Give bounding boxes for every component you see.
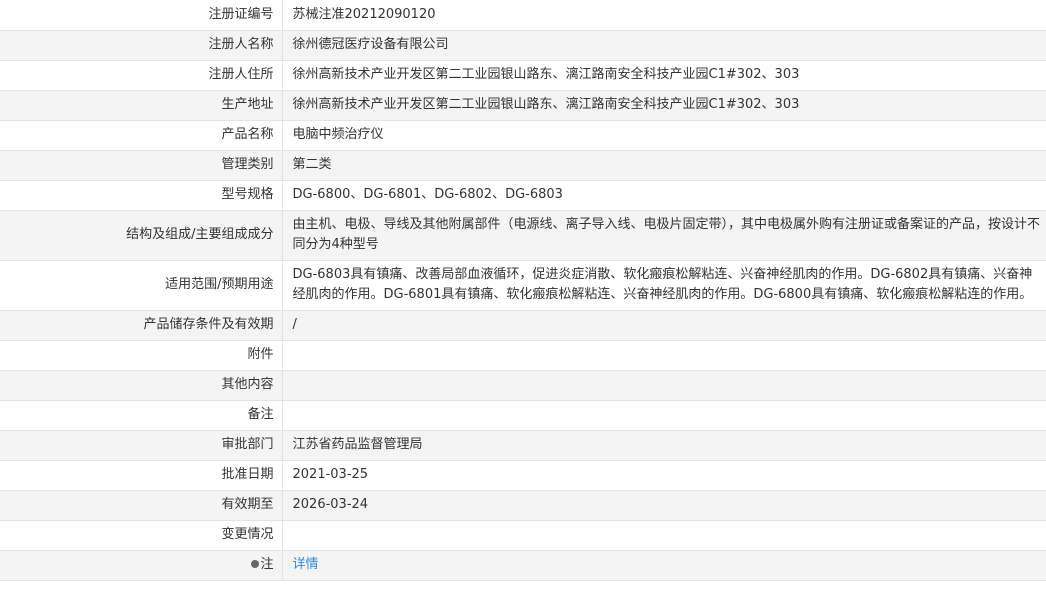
- field-label: 注册人名称: [0, 29, 283, 61]
- field-label: 适用范围/预期用途: [0, 259, 283, 311]
- row-note: 注 详情: [0, 549, 1046, 581]
- row-approval-date: 批准日期 2021-03-25: [0, 459, 1046, 491]
- field-label: 附件: [0, 339, 283, 371]
- field-value: 江苏省药品监督管理局: [282, 429, 1046, 461]
- field-value: [282, 339, 1046, 371]
- field-label: 备注: [0, 399, 283, 431]
- row-management-class: 管理类别 第二类: [0, 149, 1046, 181]
- field-label: 产品名称: [0, 119, 283, 151]
- field-value: 徐州高新技术产业开发区第二工业园银山路东、漓江路南安全科技产业园C1#302、3…: [282, 59, 1046, 91]
- field-label: 其他内容: [0, 369, 283, 401]
- field-label: 变更情况: [0, 519, 283, 551]
- field-value: [282, 369, 1046, 401]
- field-value: 徐州德冠医疗设备有限公司: [282, 29, 1046, 61]
- field-value: [282, 519, 1046, 551]
- field-value: DG-6803具有镇痛、改善局部血液循环，促进炎症消散、软化瘢痕松解粘连、兴奋神…: [282, 259, 1046, 311]
- field-label: 生产地址: [0, 89, 283, 121]
- field-value: 苏械注准20212090120: [282, 0, 1046, 31]
- details-link[interactable]: 详情: [293, 557, 319, 572]
- row-production-address: 生产地址 徐州高新技术产业开发区第二工业园银山路东、漓江路南安全科技产业园C1#…: [0, 89, 1046, 121]
- field-label: 有效期至: [0, 489, 283, 521]
- field-value: 2026-03-24: [282, 489, 1046, 521]
- field-value: 徐州高新技术产业开发区第二工业园银山路东、漓江路南安全科技产业园C1#302、3…: [282, 89, 1046, 121]
- field-label: 结构及组成/主要组成成分: [0, 209, 283, 261]
- field-label: 管理类别: [0, 149, 283, 181]
- row-valid-until: 有效期至 2026-03-24: [0, 489, 1046, 521]
- row-product-name: 产品名称 电脑中频治疗仪: [0, 119, 1046, 151]
- field-value: DG-6800、DG-6801、DG-6802、DG-6803: [282, 179, 1046, 211]
- field-value: 2021-03-25: [282, 459, 1046, 491]
- field-value: 电脑中频治疗仪: [282, 119, 1046, 151]
- row-storage-validity: 产品储存条件及有效期 /: [0, 309, 1046, 341]
- registration-detail-table: 注册证编号 苏械注准20212090120 注册人名称 徐州德冠医疗设备有限公司…: [0, 0, 1046, 581]
- field-value: 第二类: [282, 149, 1046, 181]
- field-value: 详情: [282, 549, 1046, 581]
- field-label: 注册人住所: [0, 59, 283, 91]
- field-label: 型号规格: [0, 179, 283, 211]
- row-registration-number: 注册证编号 苏械注准20212090120: [0, 0, 1046, 31]
- field-label: 审批部门: [0, 429, 283, 461]
- row-intended-use: 适用范围/预期用途 DG-6803具有镇痛、改善局部血液循环，促进炎症消散、软化…: [0, 259, 1046, 311]
- row-registrant-name: 注册人名称 徐州德冠医疗设备有限公司: [0, 29, 1046, 61]
- field-label: 注册证编号: [0, 0, 283, 31]
- row-structure-composition: 结构及组成/主要组成成分 由主机、电极、导线及其他附属部件（电源线、离子导入线、…: [0, 209, 1046, 261]
- row-attachments: 附件: [0, 339, 1046, 371]
- row-model-spec: 型号规格 DG-6800、DG-6801、DG-6802、DG-6803: [0, 179, 1046, 211]
- field-label: 产品储存条件及有效期: [0, 309, 283, 341]
- note-label: 注: [260, 557, 274, 572]
- field-value: /: [282, 309, 1046, 341]
- field-value: [282, 399, 1046, 431]
- field-label-note: 注: [0, 549, 283, 581]
- row-approval-department: 审批部门 江苏省药品监督管理局: [0, 429, 1046, 461]
- row-change-history: 变更情况: [0, 519, 1046, 551]
- row-remarks: 备注: [0, 399, 1046, 431]
- field-value: 由主机、电极、导线及其他附属部件（电源线、离子导入线、电极片固定带），其中电极属…: [282, 209, 1046, 261]
- row-other-content: 其他内容: [0, 369, 1046, 401]
- bulb-icon: [251, 560, 260, 568]
- field-label: 批准日期: [0, 459, 283, 491]
- row-registrant-address: 注册人住所 徐州高新技术产业开发区第二工业园银山路东、漓江路南安全科技产业园C1…: [0, 59, 1046, 91]
